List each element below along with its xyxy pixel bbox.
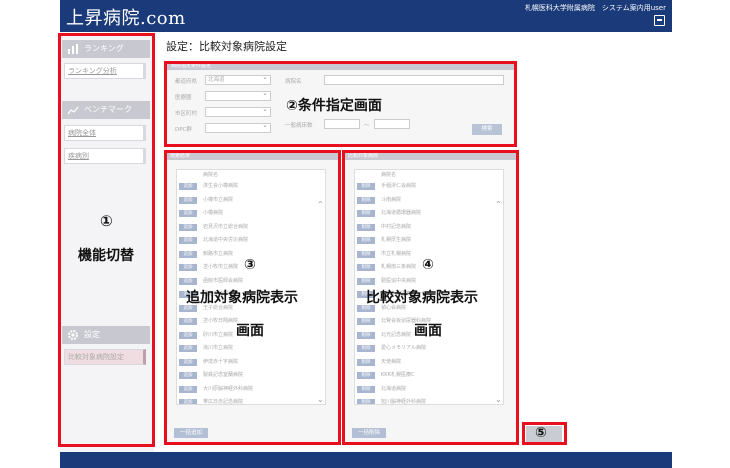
callout-1-number: ① (100, 212, 113, 230)
callout-5-number: ⑤ (535, 425, 547, 441)
callout-2-label: ②条件指定画面 (286, 98, 382, 114)
callout-1-label: 機能切替 (78, 248, 134, 264)
app-logo[interactable]: 上昇病院.com (66, 4, 186, 30)
app-header: 上昇病院.com 札幌医科大学附属病院 システム案内用user (60, 0, 672, 32)
callout-3-label-line2: 画面 (236, 323, 264, 339)
page-title: 設定：比較対象病院設定 (166, 40, 287, 53)
app-footer (60, 452, 672, 468)
callout-3-label: 追加対象病院表示 (186, 290, 298, 306)
callout-box-function-switch (58, 33, 155, 447)
callout-4-number: ④ (422, 257, 434, 273)
user-info: 札幌医科大学附属病院 システム案内用user (524, 4, 666, 12)
callout-4-label-line2: 画面 (414, 323, 442, 339)
callout-4-label: 比較対象病院表示 (366, 290, 478, 306)
logout-icon[interactable] (654, 15, 665, 26)
callout-3-number: ③ (244, 257, 256, 273)
